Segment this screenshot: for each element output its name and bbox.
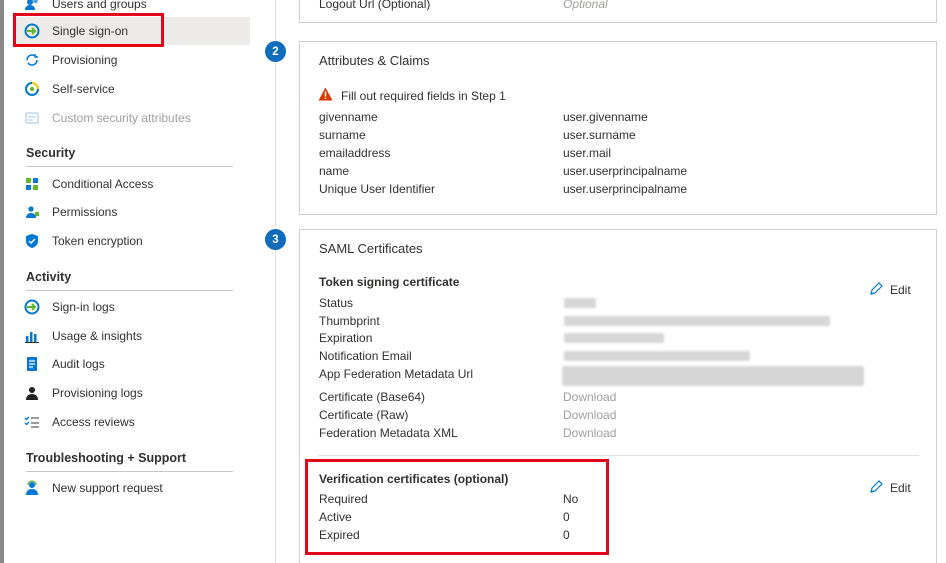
claim-value: user.mail xyxy=(563,146,612,160)
cert-field-label: Status xyxy=(319,296,354,310)
sidebar-item-audit-logs[interactable]: Audit logs xyxy=(16,350,250,378)
claim-value: user.userprincipalname xyxy=(563,164,688,178)
section-divider xyxy=(318,455,919,456)
section-divider xyxy=(26,471,233,472)
section-heading-troubleshooting: Troubleshooting + Support xyxy=(26,451,187,465)
users-icon xyxy=(24,0,40,12)
permissions-icon xyxy=(24,204,40,220)
sidebar-item-label: Provisioning logs xyxy=(52,386,143,400)
shield-icon xyxy=(24,233,40,249)
sidebar-item-conditional-access[interactable]: Conditional Access xyxy=(16,170,250,198)
provisioning-icon xyxy=(24,52,40,68)
sidebar-item-label: Self-service xyxy=(52,82,115,96)
section-heading-security: Security xyxy=(26,146,76,160)
custom-attributes-icon xyxy=(24,110,40,126)
cert-field-label: Thumbprint xyxy=(319,314,380,328)
cert-field-label: Expiration xyxy=(319,331,373,345)
redacted-url-box[interactable] xyxy=(562,366,864,386)
sidebar-item-label: Access reviews xyxy=(52,415,135,429)
warning-text: Fill out required fields in Step 1 xyxy=(341,88,506,103)
card-title: Attributes & Claims xyxy=(319,53,430,68)
sidebar-item-label: Token encryption xyxy=(52,234,143,248)
sidebar-item-permissions[interactable]: Permissions xyxy=(16,198,250,226)
self-service-icon xyxy=(24,81,40,97)
sidebar-item-label: Provisioning xyxy=(52,53,118,67)
warning-message: Fill out required fields in Step 1 xyxy=(318,87,506,104)
sidebar-item-token-encryption[interactable]: Token encryption xyxy=(16,227,250,255)
highlight-box-single-sign-on xyxy=(13,13,164,47)
basic-saml-card-partial: Logout Url (Optional) Optional xyxy=(299,0,937,23)
claim-name: Unique User Identifier xyxy=(319,182,436,196)
highlight-box-verification-certificates xyxy=(305,459,609,555)
edit-label: Edit xyxy=(890,283,911,297)
sign-in-logs-icon xyxy=(24,299,40,315)
claim-name: emailaddress xyxy=(319,146,391,160)
section-divider xyxy=(26,166,233,167)
download-link[interactable]: Download xyxy=(563,390,616,404)
step-badge-2: 2 xyxy=(265,41,286,62)
download-label: Certificate (Base64) xyxy=(319,390,426,404)
claim-value: user.givenname xyxy=(563,110,648,124)
card-title: SAML Certificates xyxy=(319,241,423,256)
checklist-icon xyxy=(24,414,40,430)
claim-name: givenname xyxy=(319,110,378,124)
sidebar-item-label: New support request xyxy=(52,481,163,495)
redacted-value xyxy=(564,351,750,361)
attributes-claims-card: Attributes & Claims Fill out required fi… xyxy=(299,41,937,215)
claim-name: surname xyxy=(319,128,366,142)
logout-url-value: Optional xyxy=(563,0,608,11)
verification-edit-button[interactable]: Edit xyxy=(869,479,911,497)
audit-logs-icon xyxy=(24,356,40,372)
sidebar-item-self-service[interactable]: Self-service xyxy=(16,75,250,103)
download-link[interactable]: Download xyxy=(563,426,616,440)
claim-value: user.userprincipalname xyxy=(563,182,688,196)
redacted-value xyxy=(564,298,596,308)
sidebar-item-usage-insights[interactable]: Usage & insights xyxy=(16,322,250,350)
bar-chart-icon xyxy=(24,328,40,344)
sidebar-item-label: Usage & insights xyxy=(52,329,143,343)
sidebar-item-provisioning-logs[interactable]: Provisioning logs xyxy=(16,379,250,407)
pencil-icon xyxy=(869,479,884,497)
step-badge-3: 3 xyxy=(265,229,286,250)
token-signing-edit-button[interactable]: Edit xyxy=(869,281,911,299)
download-link[interactable]: Download xyxy=(563,408,616,422)
sidebar-item-provisioning[interactable]: Provisioning xyxy=(16,46,250,74)
token-signing-heading: Token signing certificate xyxy=(319,275,460,289)
download-label: Certificate (Raw) xyxy=(319,408,409,422)
pencil-icon xyxy=(869,281,884,299)
logout-url-label: Logout Url (Optional) xyxy=(319,0,431,11)
sidebar-item-sign-in-logs[interactable]: Sign-in logs xyxy=(16,293,250,321)
person-icon xyxy=(24,385,40,401)
sidebar-item-label: Permissions xyxy=(52,205,118,219)
sidebar-item-label: Audit logs xyxy=(52,357,105,371)
sidebar-item-access-reviews[interactable]: Access reviews xyxy=(16,408,250,436)
warning-icon xyxy=(318,87,333,104)
section-divider xyxy=(26,290,233,291)
edit-label: Edit xyxy=(890,481,911,495)
sidebar-item-label: Sign-in logs xyxy=(52,300,115,314)
sidebar-item-custom-security-attributes[interactable]: Custom security attributes xyxy=(16,104,250,132)
claim-value: user.surname xyxy=(563,128,636,142)
cert-field-label: App Federation Metadata Url xyxy=(319,367,474,381)
sidebar-item-new-support-request[interactable]: New support request xyxy=(16,474,250,502)
cert-field-label: Notification Email xyxy=(319,349,412,363)
download-label: Federation Metadata XML xyxy=(319,426,458,440)
claim-name: name xyxy=(319,164,350,178)
section-heading-activity: Activity xyxy=(26,270,72,284)
sidebar-item-label: Users and groups xyxy=(52,0,147,11)
sidebar-item-label: Custom security attributes xyxy=(52,111,191,125)
redacted-value xyxy=(564,333,664,343)
redacted-value xyxy=(564,316,830,326)
sidebar-item-label: Conditional Access xyxy=(52,177,154,191)
support-icon xyxy=(24,480,40,496)
sidebar: Users and groups Single sign-on Provisio… xyxy=(4,0,276,563)
conditional-access-icon xyxy=(24,176,40,192)
